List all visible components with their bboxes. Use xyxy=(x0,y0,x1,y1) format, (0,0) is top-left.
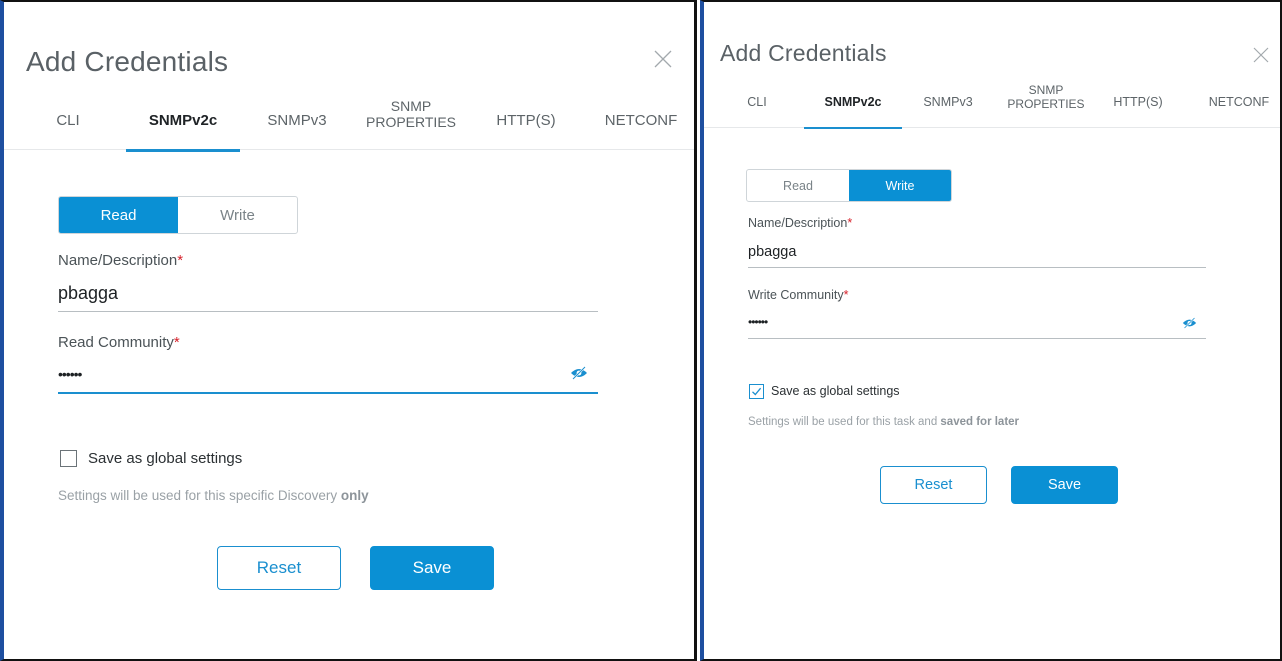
read-write-toggle: Read Write xyxy=(746,169,952,202)
tab-snmp-properties[interactable]: SNMP PROPERTIES xyxy=(356,98,466,130)
tab-label: HTTP(S) xyxy=(1113,95,1163,109)
tab-snmpv2c[interactable]: SNMPv2c xyxy=(804,95,902,129)
save-global-label: Save as global settings xyxy=(88,450,243,467)
note-text: Settings will be used for this specific … xyxy=(58,488,341,503)
read-community-underline xyxy=(58,392,598,394)
read-option[interactable]: Read xyxy=(747,170,849,201)
settings-note: Settings will be used for this specific … xyxy=(58,488,369,503)
eye-slash-icon[interactable] xyxy=(1182,316,1197,329)
tab-https[interactable]: HTTP(S) xyxy=(490,112,562,129)
reset-button[interactable]: Reset xyxy=(880,466,987,504)
note-text: Settings will be used for this task and xyxy=(748,416,941,428)
settings-note: Settings will be used for this task and … xyxy=(748,416,1019,428)
read-write-toggle: Read Write xyxy=(58,196,298,234)
write-community-input[interactable] xyxy=(748,312,1168,332)
save-global-checkbox[interactable] xyxy=(749,384,764,399)
field-label-text: Name/Description xyxy=(748,216,848,230)
save-global-label: Save as global settings xyxy=(771,384,900,398)
tab-cli[interactable]: CLI xyxy=(48,112,88,129)
eye-slash-icon[interactable] xyxy=(570,366,588,380)
required-mark: * xyxy=(843,288,849,302)
tab-label: SNMPv2c xyxy=(148,112,218,129)
read-community-label: Read Community* xyxy=(58,334,180,351)
close-icon[interactable] xyxy=(1252,46,1272,66)
name-field-underline xyxy=(58,311,598,312)
save-global-checkbox[interactable] xyxy=(60,450,77,467)
tab-netconf[interactable]: NETCONF xyxy=(600,112,682,129)
read-community-input[interactable] xyxy=(58,362,558,386)
save-button[interactable]: Save xyxy=(370,546,494,590)
tab-label: SNMPv3 xyxy=(267,112,327,129)
tab-snmp-properties[interactable]: SNMP PROPERTIES xyxy=(996,83,1096,112)
tab-label: NETCONF xyxy=(604,112,678,129)
field-label-text: Write Community xyxy=(748,288,844,302)
save-button[interactable]: Save xyxy=(1011,466,1118,504)
tab-cli[interactable]: CLI xyxy=(740,95,774,109)
tab-label: SNMP PROPERTIES xyxy=(366,98,456,131)
required-mark: * xyxy=(177,252,184,269)
tab-snmpv2c[interactable]: SNMPv2c xyxy=(126,112,240,152)
tab-netconf[interactable]: NETCONF xyxy=(1200,95,1278,109)
required-mark: * xyxy=(173,334,180,351)
reset-button[interactable]: Reset xyxy=(217,546,341,590)
add-credentials-dialog-snmp-read: Add Credentials CLI SNMPv2c SNMPv3 SNMP … xyxy=(0,0,697,661)
dialog-title: Add Credentials xyxy=(720,40,887,66)
active-tab-indicator xyxy=(126,149,240,152)
credential-tabs: CLI SNMPv2c SNMPv3 SNMP PROPERTIES HTTP(… xyxy=(4,94,694,152)
tab-snmpv3[interactable]: SNMPv3 xyxy=(914,95,982,109)
tab-label: SNMP PROPERTIES xyxy=(1007,83,1085,111)
write-community-underline xyxy=(748,338,1206,339)
note-emphasis: only xyxy=(340,488,369,503)
close-icon[interactable] xyxy=(652,48,676,72)
name-description-input[interactable] xyxy=(58,281,598,305)
tab-label: SNMPv2c xyxy=(824,95,882,109)
tab-label: CLI xyxy=(747,95,767,109)
name-description-input[interactable] xyxy=(748,242,1206,262)
tab-label: SNMPv3 xyxy=(923,95,973,109)
read-option[interactable]: Read xyxy=(59,197,178,233)
name-description-label: Name/Description* xyxy=(58,252,183,269)
required-mark: * xyxy=(847,216,853,230)
checkmark-icon xyxy=(752,387,762,396)
tab-label: HTTP(S) xyxy=(496,112,556,129)
tab-label: CLI xyxy=(56,112,80,129)
field-label-text: Read Community xyxy=(58,334,174,351)
tab-https[interactable]: HTTP(S) xyxy=(1106,95,1170,109)
active-tab-indicator xyxy=(804,127,902,129)
tab-label: NETCONF xyxy=(1208,95,1270,109)
credential-tabs: CLI SNMPv2c SNMPv3 SNMP PROPERTIES HTTP(… xyxy=(704,80,1280,129)
tab-snmpv3[interactable]: SNMPv3 xyxy=(256,112,338,129)
dialog-title: Add Credentials xyxy=(26,46,229,77)
write-option[interactable]: Write xyxy=(849,170,951,201)
write-community-label: Write Community* xyxy=(748,288,849,302)
add-credentials-dialog-snmp-write: Add Credentials CLI SNMPv2c SNMPv3 SNMP … xyxy=(700,0,1282,661)
note-emphasis: saved for later xyxy=(940,416,1020,428)
name-description-label: Name/Description* xyxy=(748,216,852,230)
write-option[interactable]: Write xyxy=(178,197,297,233)
field-label-text: Name/Description xyxy=(58,252,178,269)
name-field-underline xyxy=(748,267,1206,268)
